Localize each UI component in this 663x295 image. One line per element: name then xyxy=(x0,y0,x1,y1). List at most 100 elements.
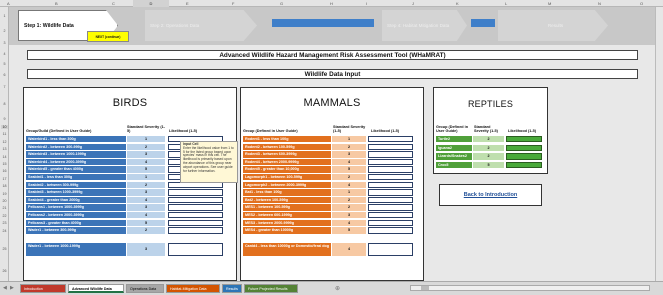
mammals-likelihood-input[interactable] xyxy=(368,196,413,204)
column-header-e[interactable]: E xyxy=(186,1,189,6)
birds-likelihood-input[interactable] xyxy=(168,196,223,204)
vertical-scrollbar[interactable] xyxy=(655,7,663,281)
column-header-bar: A B C D E F G H I J K L M N O xyxy=(0,0,663,7)
column-header-g[interactable]: G xyxy=(280,1,283,6)
column-header-n[interactable]: N xyxy=(598,1,601,6)
tab-scroll-right-icon[interactable]: ▶ xyxy=(10,285,14,291)
column-header-h[interactable]: H xyxy=(330,1,333,6)
row-header-19[interactable]: 19 xyxy=(1,192,8,196)
column-header-j[interactable]: J xyxy=(412,1,414,6)
tool-title: Advanced Wildlife Hazard Management Risk… xyxy=(27,50,638,60)
mammals-likelihood-input[interactable] xyxy=(368,212,413,219)
birds-severity-value: 5 xyxy=(127,219,165,226)
column-header-i[interactable]: I xyxy=(366,1,367,6)
mammals-severity-value: 2 xyxy=(332,143,366,150)
row-header-17[interactable]: 17 xyxy=(1,177,8,181)
row-header-21[interactable]: 21 xyxy=(1,206,8,210)
row-header-16[interactable]: 16 xyxy=(1,169,8,173)
row-header-26[interactable]: 26 xyxy=(1,269,8,273)
column-header-l[interactable]: L xyxy=(505,1,507,6)
mammals-likelihood-input[interactable] xyxy=(368,181,413,188)
column-header-a[interactable]: A xyxy=(7,1,10,6)
row-header-1[interactable]: 1 xyxy=(1,14,8,18)
mammals-likelihood-input[interactable] xyxy=(368,158,413,166)
mammals-likelihood-input[interactable] xyxy=(368,143,413,150)
row-header-12[interactable]: 12 xyxy=(1,140,8,144)
row-header-3[interactable]: 3 xyxy=(1,41,8,45)
birds-likelihood-input[interactable] xyxy=(168,204,223,211)
mammals-likelihood-input[interactable] xyxy=(368,219,413,226)
row-header-20[interactable]: 20 xyxy=(1,199,8,203)
birds-group-name: Waterbird3 - between 1000-1999g xyxy=(26,151,126,158)
row-header-6[interactable]: 6 xyxy=(1,73,8,77)
sheet-tab-results[interactable]: Results xyxy=(222,284,242,293)
row-header-8[interactable]: 8 xyxy=(1,102,8,106)
birds-likelihood-input[interactable] xyxy=(168,212,223,219)
row-header-4[interactable]: 4 xyxy=(1,52,8,56)
mammals-likelihood-input[interactable] xyxy=(368,242,413,256)
row-header-5[interactable]: 5 xyxy=(1,62,8,66)
birds-severity-value: 1 xyxy=(127,174,165,181)
birds-row: Pelicans2 - between 2000-3999g 4 xyxy=(24,212,236,219)
mammals-likelihood-input[interactable] xyxy=(368,204,413,211)
birds-likelihood-input[interactable] xyxy=(168,189,223,196)
sheet-tab-habitat-mitigation-data[interactable]: Habitat-Mitigation Data xyxy=(166,284,220,293)
add-sheet-icon[interactable]: ⊕ xyxy=(335,285,340,292)
reptiles-likelihood-input[interactable] xyxy=(506,161,542,169)
row-header-23[interactable]: 23 xyxy=(1,221,8,225)
step2-operations-data[interactable]: Step 2: Operations Data xyxy=(145,10,257,41)
sheet-tab-introduction[interactable]: Introduction xyxy=(20,284,66,293)
column-header-b[interactable]: B xyxy=(55,1,58,6)
horizontal-scrollbar[interactable] xyxy=(410,285,650,291)
reptiles-likelihood-input[interactable] xyxy=(506,153,542,160)
mammals-group-name: Lagomorph2 - between 2000-3999g xyxy=(243,181,331,188)
mammals-likelihood-input[interactable] xyxy=(368,227,413,234)
mammals-likelihood-input[interactable] xyxy=(368,151,413,158)
birds-severity-value: 4 xyxy=(127,158,165,166)
mammals-likelihood-input[interactable] xyxy=(368,136,413,143)
mammals-likelihood-input[interactable] xyxy=(368,189,413,196)
sheet-tab-operations-data[interactable]: Operations Data xyxy=(126,284,164,293)
row-header-22[interactable]: 22 xyxy=(1,214,8,218)
mammals-col-likelihood: Likelihood (1-5) xyxy=(371,129,400,133)
birds-col-group: Group/Guild (Defined in User Guide) xyxy=(26,129,92,133)
column-header-m[interactable]: M xyxy=(548,1,551,6)
tab-scroll-left-icon[interactable]: ◀ xyxy=(3,285,7,291)
birds-severity-value: 3 xyxy=(127,151,165,158)
column-header-c[interactable]: C xyxy=(112,1,115,6)
step4-habitat-mitigation[interactable]: Step 4: Habitat Mitigation Data xyxy=(382,10,467,41)
column-header-d[interactable]: D xyxy=(133,0,169,7)
row-header-25[interactable]: 25 xyxy=(1,247,8,251)
row-header-2[interactable]: 2 xyxy=(1,29,8,33)
mammals-row: Rodent1 - less than 100g 1 xyxy=(241,136,423,143)
horizontal-scroll-thumb[interactable] xyxy=(421,286,429,290)
back-to-introduction-button[interactable]: Back to Introduction xyxy=(439,184,542,206)
birds-likelihood-input[interactable] xyxy=(168,227,223,234)
mammals-row: Bat1 - less than 100g 1 xyxy=(241,189,423,196)
row-header-15[interactable]: 15 xyxy=(1,162,8,166)
row-header-18[interactable]: 18 xyxy=(1,184,8,188)
step5-results[interactable]: Results xyxy=(498,10,608,41)
mammals-title: MAMMALS xyxy=(303,97,361,109)
row-header-11[interactable]: 11 xyxy=(1,132,8,136)
reptiles-likelihood-input[interactable] xyxy=(506,136,542,143)
row-header-13[interactable]: 13 xyxy=(1,147,8,151)
birds-likelihood-input[interactable] xyxy=(168,242,223,256)
reptiles-likelihood-input[interactable] xyxy=(506,144,542,151)
row-header-24[interactable]: 24 xyxy=(1,229,8,233)
row-header-14[interactable]: 14 xyxy=(1,155,8,159)
birds-group-name: Waterbird1 - less than 300g xyxy=(26,136,126,143)
sheet-tab-future-projected-results[interactable]: Future Projected Results xyxy=(244,284,298,293)
next-button[interactable]: NEXT (continue) xyxy=(87,31,129,42)
birds-likelihood-input[interactable] xyxy=(168,219,223,226)
mammals-likelihood-input[interactable] xyxy=(368,174,413,181)
column-header-f[interactable]: F xyxy=(232,1,234,6)
worksheet[interactable]: Step 1: Wildlife Data NEXT (continue) St… xyxy=(9,7,663,281)
row-header-9[interactable]: 9 xyxy=(1,117,8,121)
column-header-k[interactable]: K xyxy=(456,1,459,6)
column-header-o[interactable]: O xyxy=(640,1,643,6)
row-header-10[interactable]: 10 xyxy=(1,125,8,129)
row-header-7[interactable]: 7 xyxy=(1,85,8,89)
sheet-tab-advanced-wildlife-data[interactable]: Advanced Wildlife Data xyxy=(68,284,124,293)
mammals-likelihood-input[interactable] xyxy=(368,166,413,173)
